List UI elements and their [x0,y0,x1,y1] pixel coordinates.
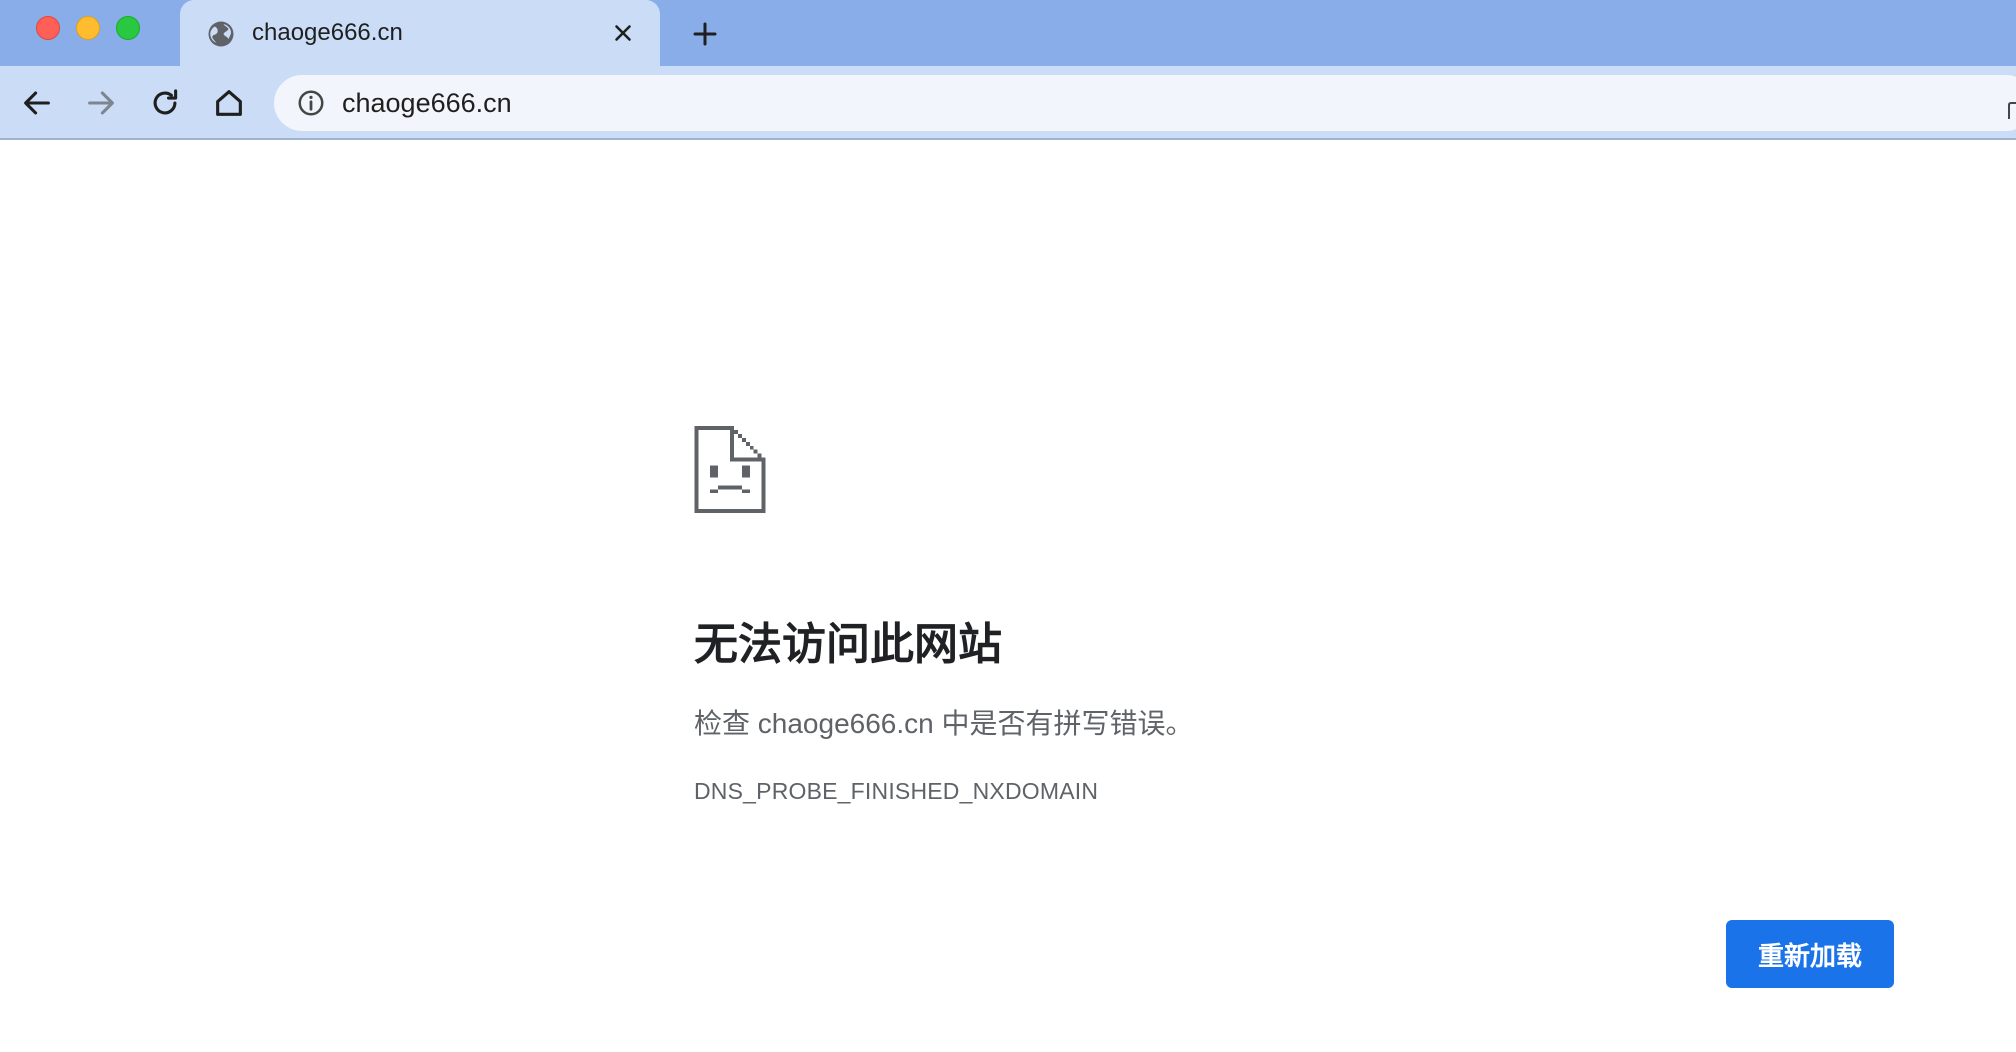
browser-window: chaoge666.cn chaoge666.cn 无法访问此网站 检查 cha… [0,0,2016,1052]
forward-icon[interactable] [84,86,118,120]
install-app-icon[interactable] [2008,101,2016,121]
toolbar: chaoge666.cn [0,66,2016,140]
error-page: 无法访问此网站 检查 chaoge666.cn 中是否有拼写错误。 DNS_PR… [0,140,2016,1052]
address-bar[interactable]: chaoge666.cn [274,75,2016,131]
globe-icon [206,19,236,49]
error-suggestion: 检查 chaoge666.cn 中是否有拼写错误。 [694,708,1194,739]
tab-strip: chaoge666.cn [0,0,2016,66]
home-icon[interactable] [212,86,246,120]
maximize-window-button[interactable] [116,16,140,40]
close-tab-icon[interactable] [610,20,636,46]
info-icon[interactable] [296,88,326,118]
reload-icon[interactable] [148,86,182,120]
minimize-window-button[interactable] [76,16,100,40]
tab-title: chaoge666.cn [252,19,403,46]
url-text[interactable]: chaoge666.cn [342,88,512,119]
new-tab-icon[interactable] [690,19,720,49]
error-title: 无法访问此网站 [694,620,1002,669]
error-code: DNS_PROBE_FINISHED_NXDOMAIN [694,778,1099,804]
active-tab[interactable]: chaoge666.cn [180,0,660,66]
back-icon[interactable] [20,86,54,120]
reload-button[interactable]: 重新加载 [1726,920,1894,988]
close-window-button[interactable] [36,16,60,40]
sad-document-icon [694,426,766,513]
